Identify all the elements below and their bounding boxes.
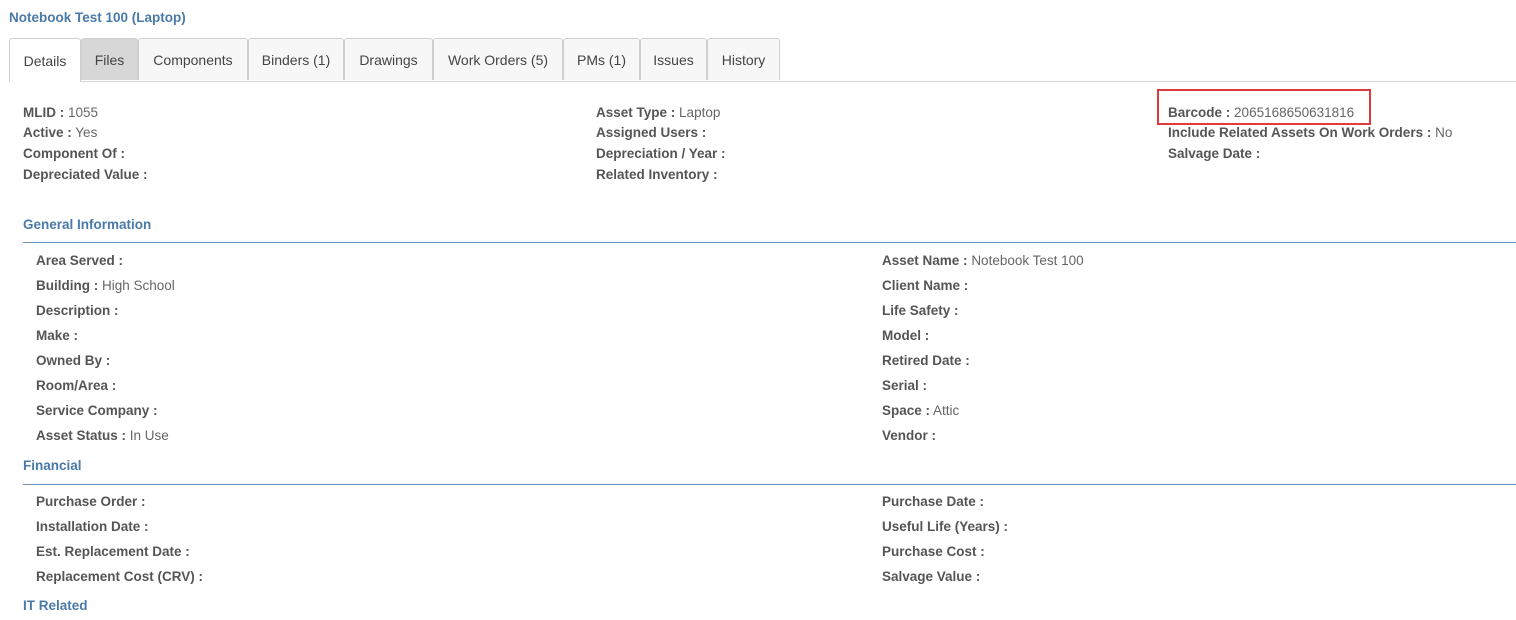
general-divider [23,242,1516,243]
service-company-field: Service Company : [36,403,158,418]
tab-binders[interactable]: Binders (1) [248,38,344,80]
owned-by-field: Owned By : [36,353,111,368]
room-area-field: Room/Area : [36,378,117,393]
include-related-assets-field: Include Related Assets On Work Orders : … [1168,125,1453,140]
retired-date-field: Retired Date : [882,353,970,368]
serial-field: Serial : [882,378,928,393]
installation-date-field: Installation Date : [36,519,149,534]
make-field: Make : [36,328,79,343]
area-served-field: Area Served : [36,253,124,268]
component-of-field: Component Of : [23,146,125,161]
purchase-order-field: Purchase Order : [36,494,146,509]
tab-details[interactable]: Details [9,38,81,82]
est-replacement-date-field: Est. Replacement Date : [36,544,190,559]
tab-issues[interactable]: Issues [640,38,707,80]
barcode-highlight-box [1157,89,1371,125]
salvage-date-field: Salvage Date : [1168,146,1261,161]
it-related-heading: IT Related [23,598,88,613]
tab-components[interactable]: Components [138,38,248,80]
asset-name-field: Asset Name : Notebook Test 100 [882,253,1084,268]
tab-pms[interactable]: PMs (1) [563,38,640,80]
depreciation-year-field: Depreciation / Year : [596,146,726,161]
tab-files[interactable]: Files [81,38,138,80]
purchase-date-field: Purchase Date : [882,494,985,509]
tab-work-orders[interactable]: Work Orders (5) [433,38,563,80]
description-field: Description : [36,303,119,318]
depreciated-value-field: Depreciated Value : [23,167,148,182]
asset-status-field: Asset Status : In Use [36,428,169,443]
replacement-cost-field: Replacement Cost (CRV) : [36,569,204,584]
mlid-field: MLID : 1055 [23,105,99,120]
building-field: Building : High School [36,278,175,293]
related-inventory-field: Related Inventory : [596,167,718,182]
tab-drawings[interactable]: Drawings [344,38,433,80]
useful-life-field: Useful Life (Years) : [882,519,1009,534]
general-information-heading: General Information [23,217,152,232]
model-field: Model : [882,328,930,343]
tab-history[interactable]: History [707,38,780,80]
space-field: Space : Attic [882,403,960,418]
page-title: Notebook Test 100 (Laptop) [9,10,186,25]
active-field: Active : Yes [23,125,98,140]
tab-bar: Details Files Components Binders (1) Dra… [9,38,1516,82]
asset-type-field: Asset Type : Laptop [596,105,721,120]
client-name-field: Client Name : [882,278,969,293]
financial-heading: Financial [23,458,82,473]
salvage-value-field: Salvage Value : [882,569,981,584]
vendor-field: Vendor : [882,428,937,443]
purchase-cost-field: Purchase Cost : [882,544,985,559]
life-safety-field: Life Safety : [882,303,959,318]
assigned-users-field: Assigned Users : [596,125,707,140]
financial-divider [23,484,1516,485]
